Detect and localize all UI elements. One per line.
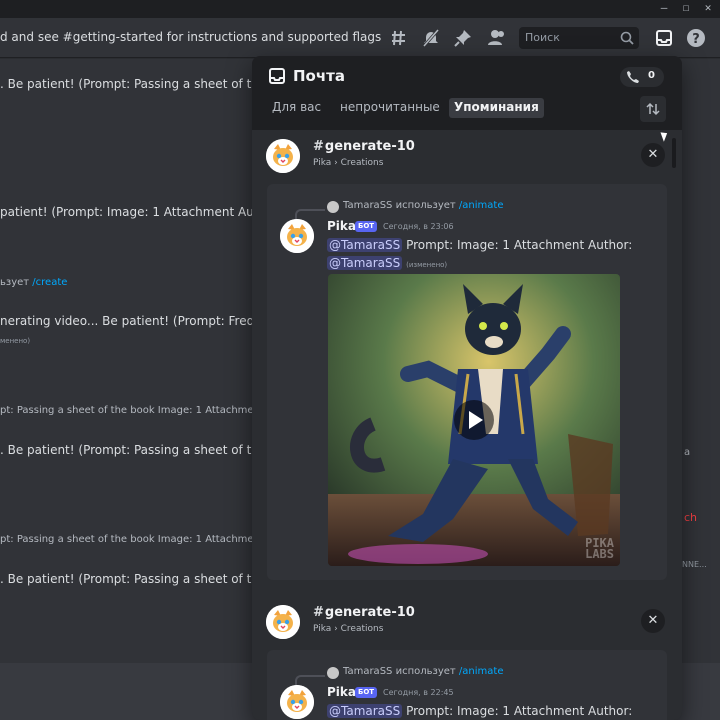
dismiss-button[interactable]: ✕: [641, 143, 665, 167]
edited-label: (изменено): [406, 261, 448, 269]
window-titlebar: — ☐ ✕: [0, 0, 720, 18]
chat-message-text: . Be patient! (Prompt: Passing a sheet o…: [0, 443, 267, 457]
tab-for-you[interactable]: Для вас: [267, 98, 326, 118]
close-window-icon[interactable]: ✕: [702, 2, 714, 14]
channel-avatar: [266, 139, 300, 173]
chat-message-text: nerating video... Be patient! (Prompt: F…: [0, 314, 269, 328]
author-name[interactable]: Pika: [327, 685, 356, 699]
help-icon[interactable]: ?: [686, 28, 706, 48]
svg-text:?: ?: [692, 32, 700, 47]
threads-icon[interactable]: [389, 28, 409, 48]
missed-calls-badge[interactable]: 0: [620, 67, 664, 87]
search-placeholder: Поиск: [525, 31, 560, 44]
inbox-title: Почта: [293, 67, 345, 85]
play-button[interactable]: [454, 400, 494, 440]
channel-topic: d and see #getting-started for instructi…: [0, 30, 382, 44]
reply-preview[interactable]: TamaraSS использует /animate: [343, 200, 503, 211]
message-timestamp: Сегодня, в 22:45: [383, 688, 454, 697]
dismiss-button[interactable]: ✕: [641, 609, 665, 633]
member-fragment: a: [684, 447, 691, 458]
minimize-icon[interactable]: —: [658, 2, 670, 14]
reply-preview[interactable]: TamaraSS использует /animate: [343, 666, 503, 677]
inbox-icon[interactable]: [654, 28, 674, 48]
mention-message[interactable]: TamaraSS использует /animate Pika БОТ Се…: [267, 184, 667, 580]
member-fragment: NNE...: [682, 560, 707, 569]
chat-message-text: patient! (Prompt: Image: 1 Attachment Au…: [0, 205, 267, 219]
avatar: [327, 667, 339, 679]
message-timestamp: Сегодня, в 23:06: [383, 222, 454, 231]
channel-breadcrumb: Pika › Creations: [313, 624, 384, 634]
phone-icon: [626, 70, 640, 87]
reply-connector: [295, 209, 325, 219]
message-content: @TamaraSS (изменено): [327, 256, 447, 270]
author-name[interactable]: Pika: [327, 219, 356, 233]
chat-message-text: . Be patient! (Prompt: Passing a sheet o…: [0, 77, 267, 91]
bot-badge: БОТ: [355, 221, 378, 232]
play-icon: [469, 411, 483, 429]
chat-reply-text: pt: Passing a sheet of the book Image: 1…: [0, 405, 264, 416]
search-input[interactable]: Поиск: [519, 27, 639, 49]
command-link[interactable]: /create: [32, 277, 67, 288]
chat-reply-text: ьзует /create: [0, 277, 68, 288]
channel-name[interactable]: #generate-10: [313, 605, 415, 620]
avatar: [327, 201, 339, 213]
watermark: PIKA LABS: [585, 536, 614, 561]
maximize-icon[interactable]: ☐: [680, 2, 692, 14]
pin-icon[interactable]: [453, 28, 473, 48]
tab-unread[interactable]: непрочитанные: [335, 98, 445, 118]
user-mention[interactable]: @TamaraSS: [327, 256, 403, 270]
user-mention[interactable]: @TamaraSS: [327, 238, 403, 252]
reply-connector: [295, 675, 325, 685]
search-icon: [619, 30, 635, 46]
message-content: @TamaraSS Prompt: Image: 1 Attachment Au…: [327, 238, 633, 252]
filter-sort-button[interactable]: [640, 96, 666, 122]
inbox-icon: [268, 67, 286, 85]
message-content: @TamaraSS Prompt: Image: 1 Attachment Au…: [327, 704, 633, 718]
edited-label: менено): [0, 337, 31, 345]
author-avatar[interactable]: [280, 685, 314, 719]
author-avatar[interactable]: [280, 219, 314, 253]
channel-avatar: [266, 605, 300, 639]
video-attachment[interactable]: PIKA LABS: [328, 274, 620, 566]
mute-notifications-icon[interactable]: [421, 28, 441, 48]
inbox-list: #generate-10 Pika › Creations ✕ TamaraSS…: [252, 130, 682, 720]
channel-name[interactable]: #generate-10: [313, 139, 415, 154]
user-mention[interactable]: @TamaraSS: [327, 704, 403, 718]
member-list-icon[interactable]: [486, 28, 506, 48]
chat-message-text: . Be patient! (Prompt: Passing a sheet o…: [0, 572, 267, 586]
missed-calls-count: 0: [648, 70, 655, 81]
inbox-header: Почта 0 Для вас непрочитанные Упоминания: [252, 56, 682, 130]
member-fragment: ch: [684, 511, 698, 524]
tab-mentions[interactable]: Упоминания: [449, 98, 544, 118]
chat-reply-text: pt: Passing a sheet of the book Image: 1…: [0, 534, 264, 545]
scrollbar[interactable]: [672, 138, 676, 168]
channel-header: d and see #getting-started for instructi…: [0, 18, 720, 58]
inbox-popup: Почта 0 Для вас непрочитанные Упоминания…: [252, 56, 682, 720]
mention-message[interactable]: TamaraSS использует /animate Pika БОТ Се…: [267, 650, 667, 720]
channel-breadcrumb: Pika › Creations: [313, 158, 384, 168]
bot-badge: БОТ: [355, 687, 378, 698]
